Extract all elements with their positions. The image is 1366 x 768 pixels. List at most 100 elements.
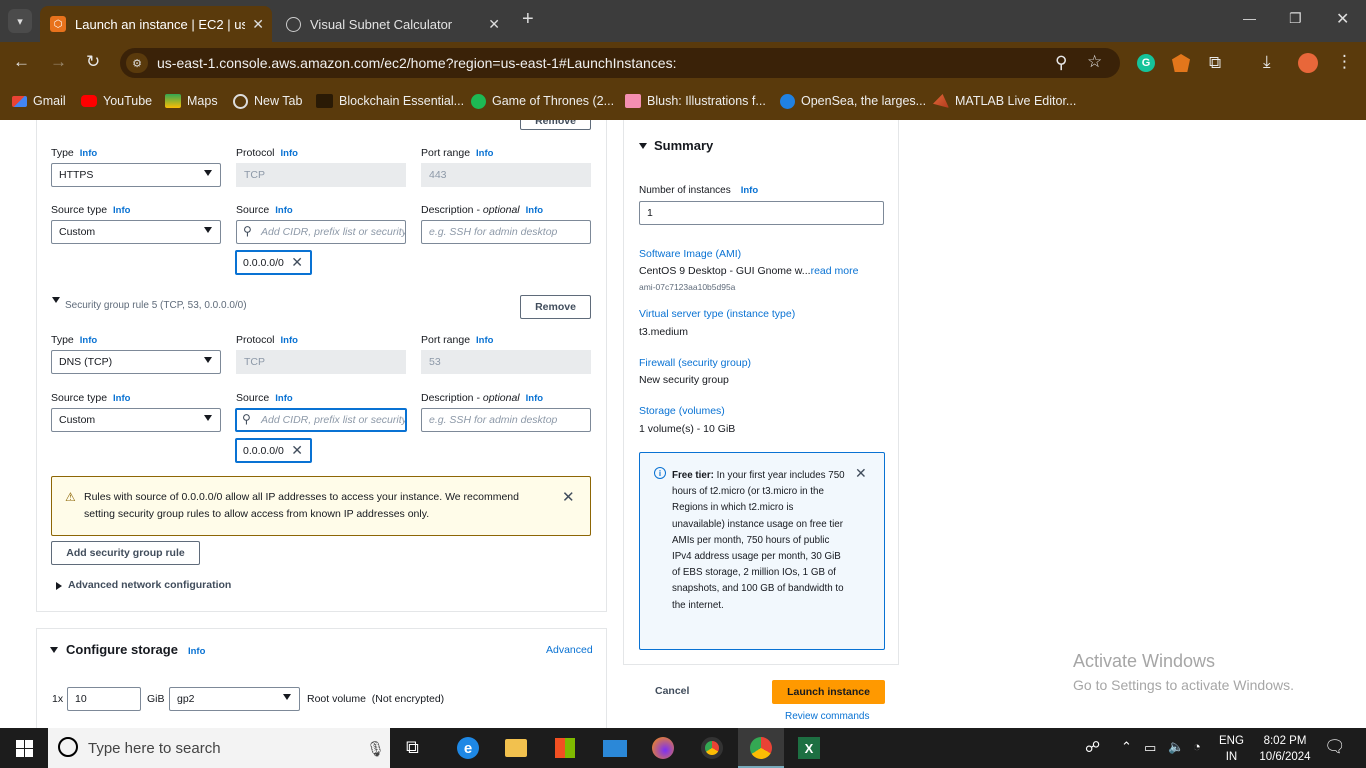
protocol-info-link[interactable]: Info [281,148,298,159]
input-language[interactable]: ENG IN [1219,733,1244,765]
number-of-instances-input[interactable]: 1 [639,201,884,225]
storage-advanced-link[interactable]: Advanced [546,644,593,656]
bookmark-matlab[interactable]: MATLAB Live Editor... [933,92,1076,110]
site-info-icon[interactable]: ⚙ [126,53,148,73]
firefox-icon[interactable] [652,737,674,759]
tab-search-button[interactable]: ▾ [8,9,32,33]
token-remove-icon[interactable]: ✕ [291,442,303,459]
volume-type-select[interactable]: gp2 [169,687,300,711]
collapse-caret-icon[interactable] [639,143,647,149]
restore-button[interactable]: ❐ [1289,10,1302,27]
storage-info-link[interactable]: Info [188,646,205,657]
source-info-link[interactable]: Info [275,393,292,404]
chrome-icon[interactable] [750,737,772,759]
dismiss-free-tier-icon[interactable]: ✕ [855,465,867,482]
type-info-link[interactable]: Info [80,148,97,159]
source-info-link[interactable]: Info [275,205,292,216]
minimize-button[interactable]: — [1243,11,1256,26]
taskbar-search-placeholder[interactable]: Type here to search [88,740,221,757]
ami-link[interactable]: Software Image (AMI) [639,248,741,260]
system-tray-chevron-icon[interactable]: ⌃ [1121,739,1132,755]
type-select[interactable]: DNS (TCP) [51,350,221,374]
reload-icon[interactable]: ↻ [86,52,100,72]
volume-icon[interactable]: 🔈 [1168,739,1184,755]
remove-rule-5-button[interactable]: Remove [520,295,591,319]
instance-type-link[interactable]: Virtual server type (instance type) [639,308,795,320]
zoom-icon[interactable]: ⚲ [1055,53,1067,73]
cancel-button[interactable]: Cancel [655,685,689,697]
description-input[interactable]: e.g. SSH for admin desktop [421,408,591,432]
profile-avatar[interactable] [1298,53,1318,73]
firewall-link[interactable]: Firewall (security group) [639,357,751,369]
window-close-button[interactable]: ✕ [1336,9,1349,29]
bookmark-game-of-thrones[interactable]: Game of Thrones (2... [471,92,614,110]
description-info-link[interactable]: Info [526,205,543,216]
token-remove-icon[interactable]: ✕ [291,254,303,271]
windows-start-icon[interactable] [16,740,33,757]
bookmark-star-icon[interactable]: ☆ [1087,52,1102,72]
bookmark-new-tab[interactable]: New Tab [233,92,302,110]
chrome-menu-icon[interactable]: ⋮ [1336,52,1353,72]
new-tab-button[interactable]: + [522,8,534,31]
source-type-select[interactable]: Custom [51,220,221,244]
port-info-link[interactable]: Info [476,148,493,159]
instances-info-link[interactable]: Info [741,185,758,196]
volume-size-input[interactable]: 10 [67,687,141,711]
collapse-caret-icon[interactable] [52,297,60,303]
url-text[interactable]: us-east-1.console.aws.amazon.com/ec2/hom… [157,55,676,71]
extensions-puzzle-icon[interactable]: ⧉ [1209,53,1221,73]
tab-close-icon[interactable]: ✕ [252,16,264,33]
type-select[interactable]: HTTPS [51,163,221,187]
port-info-link[interactable]: Info [476,335,493,346]
remove-rule-4-button[interactable]: Remove [520,120,591,130]
advanced-network-configuration[interactable]: Advanced network configuration [68,579,231,591]
bookmark-gmail[interactable]: Gmail [12,92,66,110]
collapse-caret-icon[interactable] [50,647,58,653]
wifi-icon[interactable]: ◔ [1193,739,1201,754]
back-arrow-icon[interactable]: ← [13,52,30,72]
protocol-info-link[interactable]: Info [281,335,298,346]
description-input[interactable]: e.g. SSH for admin desktop [421,220,591,244]
bookmark-youtube[interactable]: YouTube [81,92,152,110]
storage-link[interactable]: Storage (volumes) [639,405,725,417]
forward-arrow-icon[interactable]: → [50,52,67,72]
activate-windows-subtitle: Go to Settings to activate Windows. [1073,677,1294,693]
edge-icon[interactable]: e [457,737,479,759]
file-explorer-icon[interactable] [505,739,527,757]
mail-icon[interactable] [603,740,627,757]
add-security-group-rule-button[interactable]: Add security group rule [51,541,200,565]
source-type-info-link[interactable]: Info [113,393,130,404]
source-type-select[interactable]: Custom [51,408,221,432]
task-view-icon[interactable]: ⧉ [406,737,419,758]
bookmark-opensea[interactable]: OpenSea, the larges... [780,92,926,110]
protocol-field: TCP [236,350,406,374]
bookmark-maps[interactable]: Maps [165,92,218,110]
download-icon[interactable]: ⤓ [1263,52,1271,72]
store-icon[interactable] [555,738,575,758]
review-commands-link[interactable]: Review commands [785,711,869,722]
page-content: Remove Type Info Protocol Info Port range I… [0,120,1366,728]
source-type-info-link[interactable]: Info [113,205,130,216]
people-icon[interactable]: ☍ [1085,738,1100,756]
clock[interactable]: 8:02 PM 10/6/2024 [1255,733,1315,765]
bookmark-blockchain[interactable]: Blockchain Essential... [316,92,464,110]
bookmark-blush[interactable]: Blush: Illustrations f... [625,92,766,110]
microphone-icon[interactable]: 🎙 [366,740,385,758]
source-input[interactable]: ⚲ Add CIDR, prefix list or security [236,220,406,244]
dismiss-warning-icon[interactable]: ✕ [562,488,575,506]
tab-close-icon[interactable]: ✕ [488,16,500,33]
tab-subnet-calculator[interactable]: Visual Subnet Calculator ✕ [276,6,508,42]
read-more-link[interactable]: read more [811,265,859,277]
grammarly-extension-icon[interactable]: G [1137,54,1155,72]
type-info-link[interactable]: Info [80,335,97,346]
chrome-icon[interactable] [701,737,723,759]
battery-icon[interactable]: ▭ [1144,740,1156,756]
excel-icon[interactable]: X [798,737,820,759]
protocol-field: TCP [236,163,406,187]
tab-launch-instance[interactable]: ⬡ Launch an instance | EC2 | us-ea ✕ [40,6,272,42]
description-info-link[interactable]: Info [526,393,543,404]
expand-caret-icon[interactable] [56,582,62,590]
notification-icon[interactable]: 🗨 [1324,737,1346,757]
launch-instance-button[interactable]: Launch instance [772,680,885,704]
source-input-focused[interactable]: ⚲ Add CIDR, prefix list or security [235,408,407,432]
